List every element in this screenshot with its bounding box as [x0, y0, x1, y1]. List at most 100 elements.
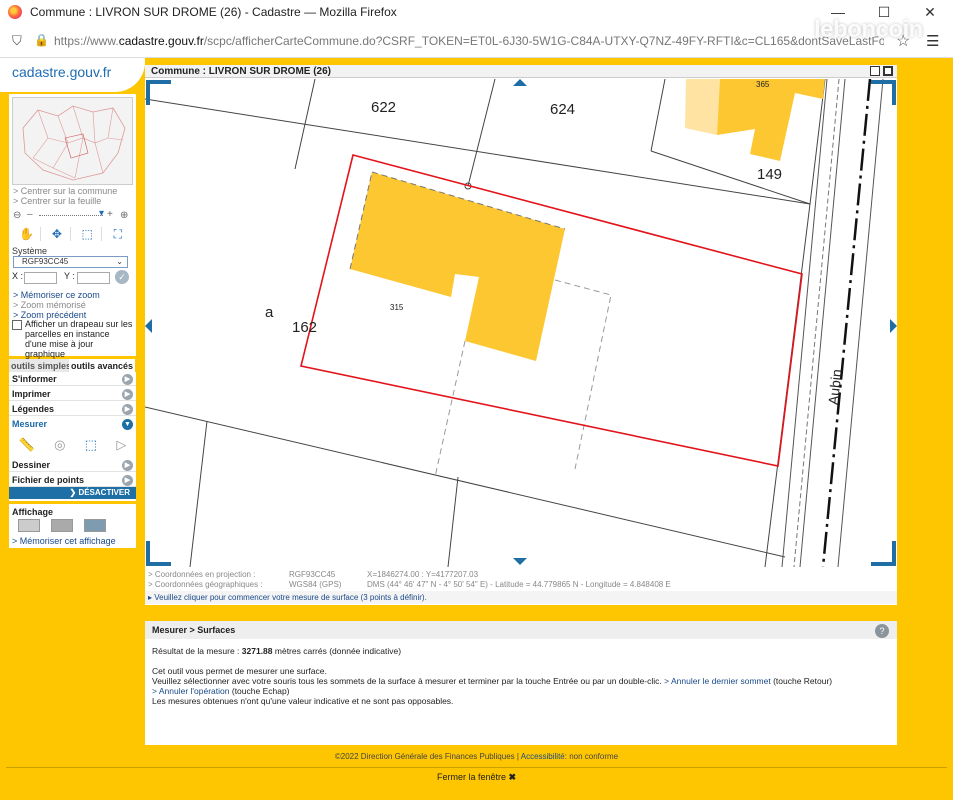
memorize-zoom-link[interactable]: > Mémoriser ce zoom — [13, 290, 100, 300]
cadastral-map[interactable]: 622 624 365 149 315 a 162 Aubin — [145, 79, 897, 567]
footer-separator: | — [516, 752, 519, 761]
zoom-in-icon[interactable]: ⊕ — [120, 210, 128, 221]
y-coordinate-input[interactable] — [77, 272, 110, 284]
cancel-op-key: (touche Echap) — [231, 686, 290, 696]
system-label: Système — [12, 246, 48, 256]
measure-angle-icon[interactable]: ▷ — [116, 437, 126, 453]
display-mode-3-button[interactable] — [84, 519, 106, 532]
zoom-memorized-link[interactable]: > Zoom mémorisé — [13, 300, 86, 310]
accessibility-link[interactable]: Accessibilité — [521, 752, 565, 761]
parcel-622-label: 622 — [371, 99, 397, 116]
zoom-handle-icon[interactable]: ▾ — [99, 208, 104, 219]
footer: ©2022 Direction Générale des Finances Pu… — [0, 752, 953, 766]
measure-result-panel: Mesurer > Surfaces ? Résultat de la mesu… — [145, 621, 897, 745]
x-label: X : — [12, 271, 24, 281]
section-label: a — [265, 304, 274, 321]
measure-hint: ▸ Veuillez cliquer pour commencer votre … — [145, 591, 897, 604]
zoom-plus-icon[interactable]: + — [107, 209, 113, 220]
menu-inform[interactable]: S'informer ▶ — [9, 372, 136, 386]
close-x-icon: ✖ — [508, 772, 517, 782]
geographic-value: DMS (44° 46' 47" N - 4° 50' 54" E) - Lat… — [367, 580, 671, 589]
coordinates-readout: > Coordonnées en projection : RGF93CC45 … — [145, 567, 897, 591]
display-mode-1-button[interactable] — [18, 519, 40, 532]
tab-simple-tools[interactable]: outils simples — [9, 359, 74, 373]
url-bar[interactable]: ⛉ 🔒 https://www.cadastre.gouv.fr/scpc/af… — [0, 24, 953, 58]
menu-measure[interactable]: Mesurer ▼ — [9, 417, 136, 431]
zoom-minus-icon[interactable]: – — [27, 209, 33, 220]
move-crosshair-icon[interactable]: ✥ — [43, 227, 72, 241]
arrow-right-icon: ▶ — [122, 404, 133, 415]
display-title: Affichage — [12, 507, 54, 517]
menu-draw[interactable]: Dessiner ▶ — [9, 458, 136, 472]
map-window: Commune : LIVRON SUR DROME (26) 622 624 … — [145, 65, 897, 605]
building-315-label: 315 — [390, 303, 404, 312]
arrow-right-icon: ▶ — [122, 389, 133, 400]
cancel-last-vertex-link[interactable]: > Annuler le dernier sommet — [664, 676, 771, 686]
chevron-down-icon: ⌄ — [116, 257, 123, 266]
map-tool-row: ✋ ✥ ⬚ ⛶ — [12, 225, 133, 243]
flag-checkbox[interactable] — [12, 320, 22, 330]
deactivate-button[interactable]: ❯ DÉSACTIVER — [9, 487, 136, 499]
accessibility-status: : non conforme — [564, 752, 619, 761]
menu-legends[interactable]: Légendes ▶ — [9, 402, 136, 416]
map-title: Commune : LIVRON SUR DROME (26) — [145, 65, 897, 78]
projection-system: RGF93CC45 — [289, 570, 336, 579]
commune-overview-map[interactable] — [12, 97, 133, 185]
lock-icon[interactable]: 🔒 — [34, 33, 49, 47]
tools-menu: S'informer ▶ Imprimer ▶ Légendes ▶ Mesurer ▼… — [9, 372, 136, 501]
cancel-last-key: (touche Retour) — [773, 676, 833, 686]
display-mode-2-button[interactable] — [51, 519, 73, 532]
copyright-link[interactable]: ©2022 Direction Générale des Finances Pu… — [335, 752, 515, 761]
menu-print[interactable]: Imprimer ▶ — [9, 387, 136, 401]
geographic-system: WGS84 (GPS) — [289, 580, 342, 589]
flag-checkbox-label: Afficher un drapeau sur les parcelles en… — [25, 319, 133, 359]
building-365-label: 365 — [756, 80, 770, 89]
tool-tabs: outils simples outils avancés — [9, 359, 136, 373]
parcel-149-label: 149 — [757, 166, 783, 183]
measure-suffix: mètres carrés (donnée indicative) — [274, 646, 402, 656]
measure-distance-icon[interactable]: 📏 — [19, 437, 35, 453]
memorize-display-link[interactable]: > Mémoriser cet affichage — [12, 536, 116, 546]
arrow-right-icon: ▶ — [122, 460, 133, 471]
zoom-slider[interactable]: ⊖ – ▾ + ⊕ — [13, 208, 131, 222]
info-line-3: Les mesures obtenues n'ont qu'une valeur… — [152, 696, 454, 706]
measure-surface-icon[interactable]: ⬚ — [85, 437, 97, 453]
maximize-map-icon[interactable] — [883, 66, 893, 76]
zoom-out-icon[interactable]: ⊖ — [13, 210, 21, 221]
leboncoin-watermark: leboncoin — [814, 16, 923, 43]
url-text[interactable]: https://www.cadastre.gouv.fr/scpc/affich… — [54, 34, 884, 48]
info-line-1: Cet outil vous permet de mesurer une sur… — [152, 666, 327, 676]
measure-value: 3271.88 — [241, 646, 273, 656]
pan-hand-icon[interactable]: ✋ — [13, 227, 42, 241]
window-title: Commune : LIVRON SUR DROME (26) - Cadast… — [30, 5, 397, 19]
result-title: Mesurer > Surfaces — [145, 621, 897, 639]
x-coordinate-input[interactable] — [24, 272, 57, 284]
center-sheet-link[interactable]: > Centrer sur la feuille — [13, 196, 101, 206]
tab-advanced-tools[interactable]: outils avancés — [69, 359, 136, 373]
cancel-operation-link[interactable]: > Annuler l'opération — [152, 686, 229, 696]
footer-divider — [6, 767, 947, 768]
help-icon[interactable]: ? — [875, 624, 889, 638]
hamburger-menu-icon[interactable]: ☰ — [926, 32, 939, 50]
center-commune-link[interactable]: > Centrer sur la commune — [13, 186, 117, 196]
system-select[interactable]: RGF93CC45 ⌄ — [13, 256, 128, 268]
menu-points-file[interactable]: Fichier de points ▶ — [9, 473, 136, 487]
y-label: Y : — [64, 271, 75, 281]
arrow-right-icon: ▶ — [122, 374, 133, 385]
measure-circle-icon[interactable]: ◎ — [54, 437, 65, 453]
close-window-button[interactable]: Fermer la fenêtre ✖ — [0, 772, 953, 783]
navigation-panel: > Centrer sur la commune > Centrer sur l… — [9, 94, 136, 359]
projection-value: X=1846274.00 : Y=4177207.03 — [367, 570, 479, 579]
zoom-extent-icon[interactable]: ⛶ — [104, 227, 132, 242]
arrow-down-icon: ▼ — [122, 419, 133, 430]
validate-coordinates-icon[interactable]: ✓ — [115, 270, 129, 284]
restore-window-icon[interactable] — [870, 66, 880, 76]
parcel-624-label: 624 — [550, 101, 576, 118]
site-logo[interactable]: cadastre.gouv.fr — [0, 58, 145, 92]
display-panel: Affichage > Mémoriser cet affichage — [9, 504, 136, 548]
zoom-box-icon[interactable]: ⬚ — [74, 227, 102, 241]
window-titlebar: Commune : LIVRON SUR DROME (26) - Cadast… — [0, 0, 953, 24]
shield-icon[interactable]: ⛉ — [12, 33, 22, 49]
measure-tools: 📏 ◎ ⬚ ▷ — [9, 430, 136, 460]
geographic-label: > Coordonnées géographiques : — [148, 580, 263, 589]
